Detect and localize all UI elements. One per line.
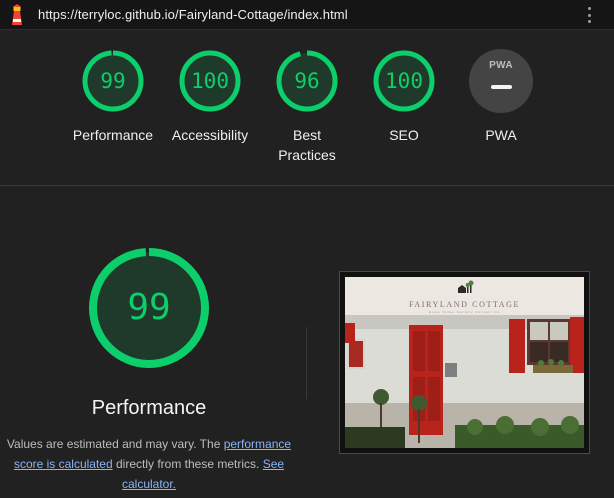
category-scores: 99 Performance 100 Accessibility 96 Best… bbox=[0, 49, 614, 169]
best-practices-score: 96 bbox=[294, 69, 320, 93]
pwa-label: PWA bbox=[485, 127, 517, 143]
report-toolbar: https://terryloc.github.io/Fairyland-Cot… bbox=[0, 0, 614, 30]
performance-main-gauge: 99 bbox=[88, 247, 210, 369]
score-pwa[interactable]: PWA PWA bbox=[453, 49, 549, 145]
performance-gauge: 99 bbox=[81, 49, 145, 113]
pwa-dash-icon bbox=[491, 85, 512, 89]
preview-site-name: FAIRYLAND COTTAGE bbox=[408, 300, 521, 309]
more-vert-icon[interactable] bbox=[584, 6, 594, 24]
score-accessibility[interactable]: 100 Accessibility bbox=[162, 49, 258, 145]
seo-gauge: 100 bbox=[372, 49, 436, 113]
performance-main-score: 99 bbox=[127, 287, 171, 328]
best-practices-label: Best Practices bbox=[278, 127, 336, 163]
seo-label: SEO bbox=[389, 127, 419, 143]
accessibility-gauge: 100 bbox=[178, 49, 242, 113]
seo-score: 100 bbox=[385, 69, 423, 93]
pwa-badge-text: PWA bbox=[489, 60, 513, 71]
best-practices-gauge: 96 bbox=[275, 49, 339, 113]
score-performance[interactable]: 99 Performance bbox=[65, 49, 161, 145]
score-best-practices[interactable]: 96 Best Practices bbox=[259, 49, 355, 165]
performance-description: Values are estimated and may vary. The p… bbox=[6, 437, 292, 491]
performance-label: Performance bbox=[72, 127, 154, 143]
pwa-badge: PWA bbox=[469, 49, 533, 113]
accessibility-score: 100 bbox=[191, 69, 229, 93]
report-url[interactable]: https://terryloc.github.io/Fairyland-Cot… bbox=[38, 7, 348, 22]
preview-site-header: FAIRYLAND COTTAGE Home Video Gallery Con… bbox=[345, 277, 584, 315]
vertical-divider bbox=[306, 327, 307, 399]
section-divider bbox=[0, 185, 614, 186]
final-screenshot[interactable]: FAIRYLAND COTTAGE Home Video Gallery Con… bbox=[339, 271, 590, 454]
score-seo[interactable]: 100 SEO bbox=[356, 49, 452, 145]
lighthouse-icon bbox=[12, 4, 22, 25]
cottage-logo-icon bbox=[458, 280, 474, 293]
performance-title: Performance bbox=[91, 397, 207, 419]
accessibility-label: Accessibility bbox=[171, 127, 249, 143]
cottage-photo bbox=[345, 315, 584, 448]
performance-score: 99 bbox=[100, 69, 126, 93]
preview-site-nav: Home Video Gallery Contact Us bbox=[428, 310, 501, 314]
